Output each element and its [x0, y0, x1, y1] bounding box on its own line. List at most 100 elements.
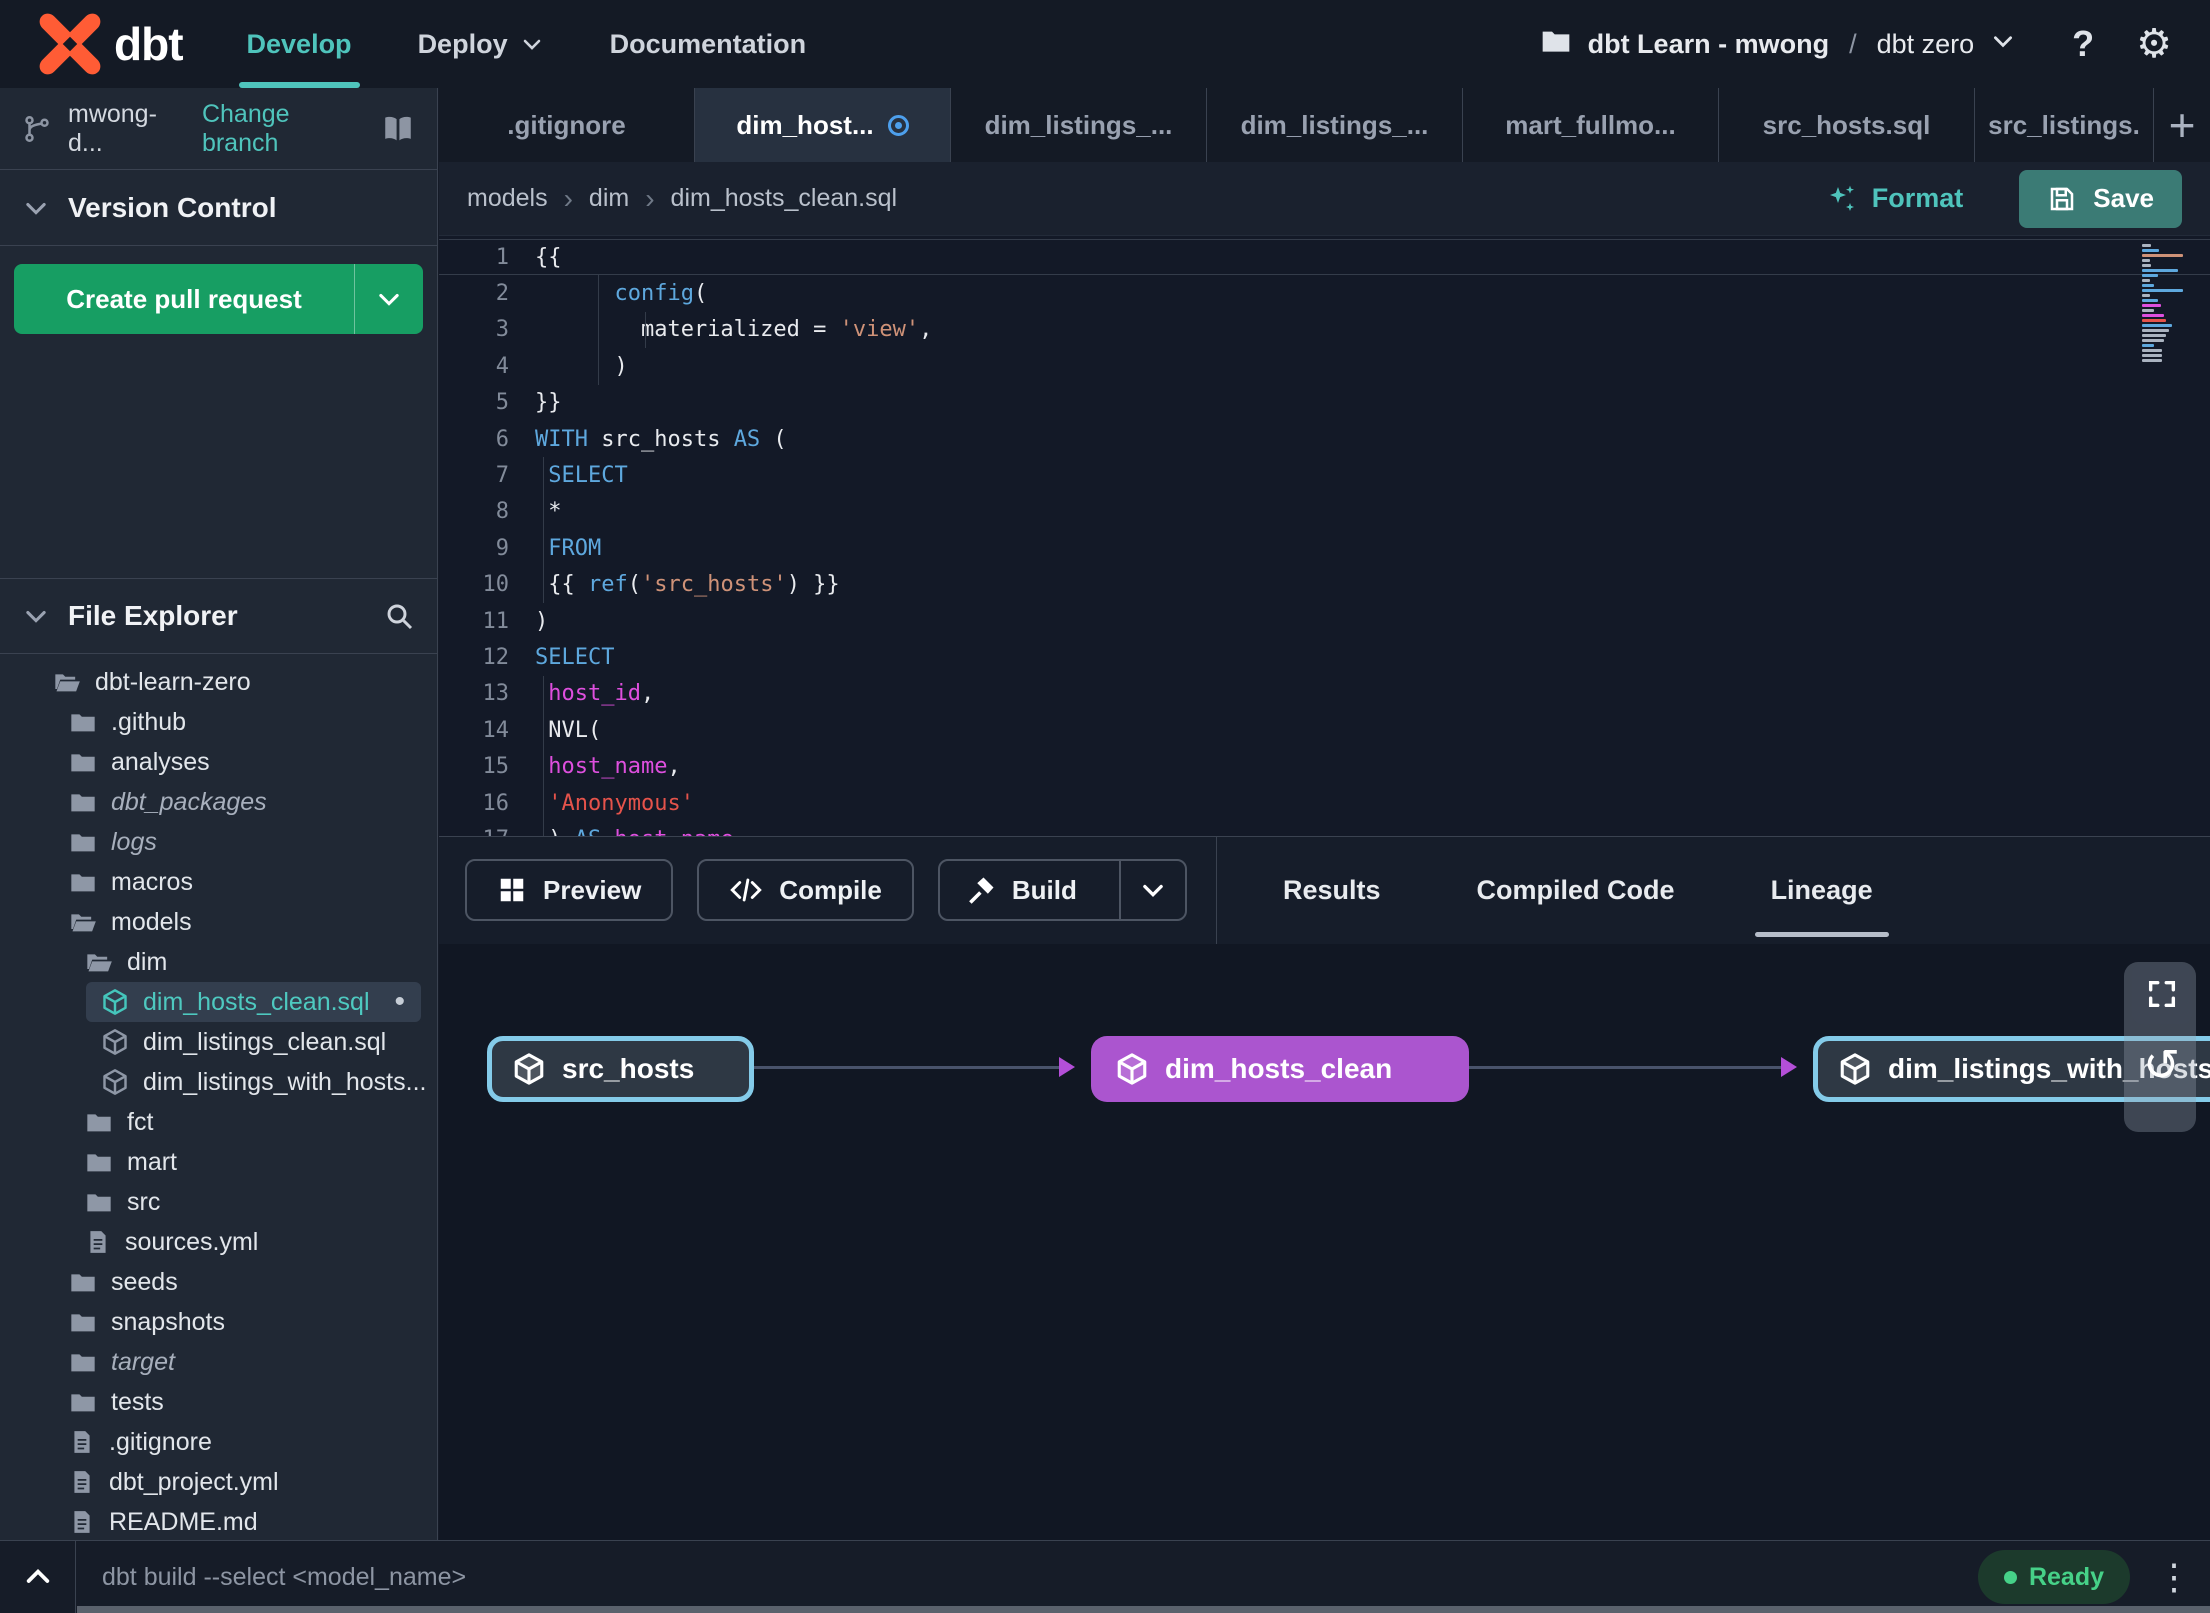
code-icon	[729, 875, 763, 905]
editor-tab[interactable]: dim_listings_...	[951, 88, 1207, 162]
pr-dropdown-chevron-icon[interactable]	[355, 264, 423, 334]
project-selector[interactable]: dbt Learn - mwong / dbt zero	[1540, 25, 2017, 64]
panel-tab-compiled-code[interactable]: Compiled Code	[1477, 837, 1675, 944]
file-tree-item[interactable]: analyses	[0, 742, 437, 782]
editor-tab[interactable]: mart_fullmo...	[1463, 88, 1719, 162]
horizontal-scrollbar[interactable]	[77, 1606, 2210, 1613]
status-bar: dbt build --select <model_name> Ready ⋮	[0, 1540, 2210, 1613]
file-name: macros	[111, 867, 193, 896]
file-tree-item[interactable]: models	[0, 902, 437, 942]
preview-button[interactable]: Preview	[465, 859, 674, 921]
build-dropdown-chevron-icon[interactable]	[1118, 861, 1185, 919]
code-line[interactable]: 8 *	[439, 493, 2210, 531]
line-number: 8	[495, 499, 509, 525]
save-button[interactable]: Save	[2019, 169, 2182, 228]
panel-tab-results[interactable]: Results	[1283, 837, 1381, 944]
build-button-main[interactable]: Build	[940, 861, 1103, 919]
file-tree-item[interactable]: sources.yml	[0, 1222, 437, 1262]
code-line[interactable]: 12 SELECT	[439, 639, 2210, 675]
gear-icon[interactable]: ⚙	[2136, 21, 2172, 67]
file-tree-item[interactable]: dbt_packages	[0, 782, 437, 822]
code-line[interactable]: 6 WITH src_hosts AS (	[439, 421, 2210, 457]
file-name: logs	[111, 827, 157, 856]
editor-tab[interactable]: dim_listings_...	[1207, 88, 1463, 162]
file-tree-item[interactable]: dim	[0, 942, 437, 982]
create-pull-request-button[interactable]: Create pull request	[14, 264, 423, 334]
code-editor[interactable]: 1{{2 config(3 materialized = 'view', 4 ) 5…	[439, 236, 2210, 836]
code-line[interactable]: 15 host_name,	[439, 748, 2210, 785]
code-line[interactable]: 11)	[439, 603, 2210, 639]
breadcrumb-item[interactable]: dim	[589, 184, 629, 213]
editor-tab[interactable]: src_hosts.sql	[1719, 88, 1975, 162]
book-icon[interactable]	[381, 112, 415, 146]
code-line[interactable]: 1 {{	[439, 239, 2210, 276]
editor-panel: .gitignore dim_host... dim_listings_... dim…	[439, 88, 2210, 1540]
nav-item-develop[interactable]: Develop	[238, 0, 360, 88]
code-line[interactable]: 9 FROM	[439, 530, 2210, 567]
file-tree-item[interactable]: .github	[0, 702, 437, 742]
compile-button[interactable]: Compile	[697, 859, 914, 921]
code-line[interactable]: 2 config(	[439, 275, 2210, 312]
file-tree-item[interactable]: tests	[0, 1382, 437, 1422]
lineage-canvas[interactable]: src_hosts dim_hosts_clean dim_listings_wit…	[439, 943, 2210, 1540]
file-tree-item[interactable]: dim_listings_with_hosts...	[0, 1062, 437, 1102]
editor-tab[interactable]: src_listings.	[1975, 88, 2154, 162]
file-tree-item[interactable]: mart	[0, 1142, 437, 1182]
file-tree-item[interactable]: dim_hosts_clean.sql •	[86, 982, 421, 1022]
file-tree-item[interactable]: dbt_project.yml	[0, 1462, 437, 1502]
code-line[interactable]: 3 materialized = 'view',	[439, 311, 2210, 349]
chevron-up-icon[interactable]	[0, 1541, 76, 1613]
format-button[interactable]: Format	[1826, 183, 1963, 215]
branch-name: mwong-d...	[68, 99, 157, 157]
code-line[interactable]: 10 {{ ref('src_hosts') }}	[439, 566, 2210, 603]
refresh-icon[interactable]: ↺	[2143, 1040, 2180, 1091]
nav-item-deploy[interactable]: Deploy	[418, 0, 544, 88]
breadcrumb-item[interactable]: dim_hosts_clean.sql	[671, 184, 898, 213]
editor-tab[interactable]: .gitignore	[439, 88, 695, 162]
file-tree-item[interactable]: dbt-learn-zero	[0, 662, 437, 702]
code-line[interactable]: 17 ) AS host_name,	[439, 821, 2210, 836]
lineage-node[interactable]: src_hosts	[487, 1035, 754, 1102]
version-control-header[interactable]: Version Control	[0, 170, 437, 246]
brand-text: dbt	[114, 18, 184, 70]
file-tree-item[interactable]: seeds	[0, 1262, 437, 1302]
kebab-menu-icon[interactable]: ⋮	[2148, 1556, 2200, 1598]
editor-tab[interactable]: dim_host...	[695, 88, 951, 162]
code-line[interactable]: 13 host_id,	[439, 675, 2210, 713]
code-line[interactable]: 4 )	[439, 348, 2210, 385]
file-tree-item[interactable]: dim_listings_clean.sql	[0, 1022, 437, 1062]
create-pull-request-label[interactable]: Create pull request	[14, 264, 355, 334]
fullscreen-icon[interactable]	[2132, 963, 2192, 1024]
file-tree-item[interactable]: snapshots	[0, 1302, 437, 1342]
indent-guide-line	[645, 311, 646, 349]
nav-item-documentation[interactable]: Documentation	[610, 0, 807, 88]
panel-tab-lineage[interactable]: Lineage	[1754, 837, 1889, 944]
code-line[interactable]: 14 NVL(	[439, 712, 2210, 749]
code-line[interactable]: 5}}	[439, 385, 2210, 421]
new-tab-button[interactable]: +	[2154, 88, 2210, 162]
command-input[interactable]: dbt build --select <model_name>	[76, 1563, 1978, 1592]
code-line[interactable]: 7 SELECT	[439, 457, 2210, 494]
minimap-line	[2142, 279, 2150, 282]
file-tree-item[interactable]: logs	[0, 822, 437, 862]
code-line[interactable]: 16 'Anonymous'	[439, 784, 2210, 822]
file-icon	[69, 1428, 95, 1456]
file-tree-item[interactable]: macros	[0, 862, 437, 902]
lineage-node[interactable]: dim_hosts_clean	[1091, 1035, 1469, 1102]
file-explorer-header[interactable]: File Explorer	[0, 578, 437, 654]
folder-open-icon	[85, 948, 113, 976]
file-tree-item[interactable]: src	[0, 1182, 437, 1222]
help-icon[interactable]: ?	[2072, 23, 2094, 65]
file-tree-item[interactable]: README.md	[0, 1502, 437, 1540]
breadcrumb-item[interactable]: models	[467, 184, 548, 213]
build-button[interactable]: Build	[937, 859, 1187, 921]
change-branch-link[interactable]: Change branch	[202, 100, 365, 158]
minimap-line	[2142, 284, 2155, 287]
file-tree-item[interactable]: .gitignore	[0, 1422, 437, 1462]
search-icon[interactable]	[383, 600, 415, 632]
dbt-logo[interactable]: dbt	[38, 12, 184, 76]
indent-guide-line	[543, 566, 544, 603]
minimap[interactable]	[2142, 244, 2192, 362]
file-tree-item[interactable]: fct	[0, 1102, 437, 1142]
file-tree-item[interactable]: target	[0, 1342, 437, 1382]
